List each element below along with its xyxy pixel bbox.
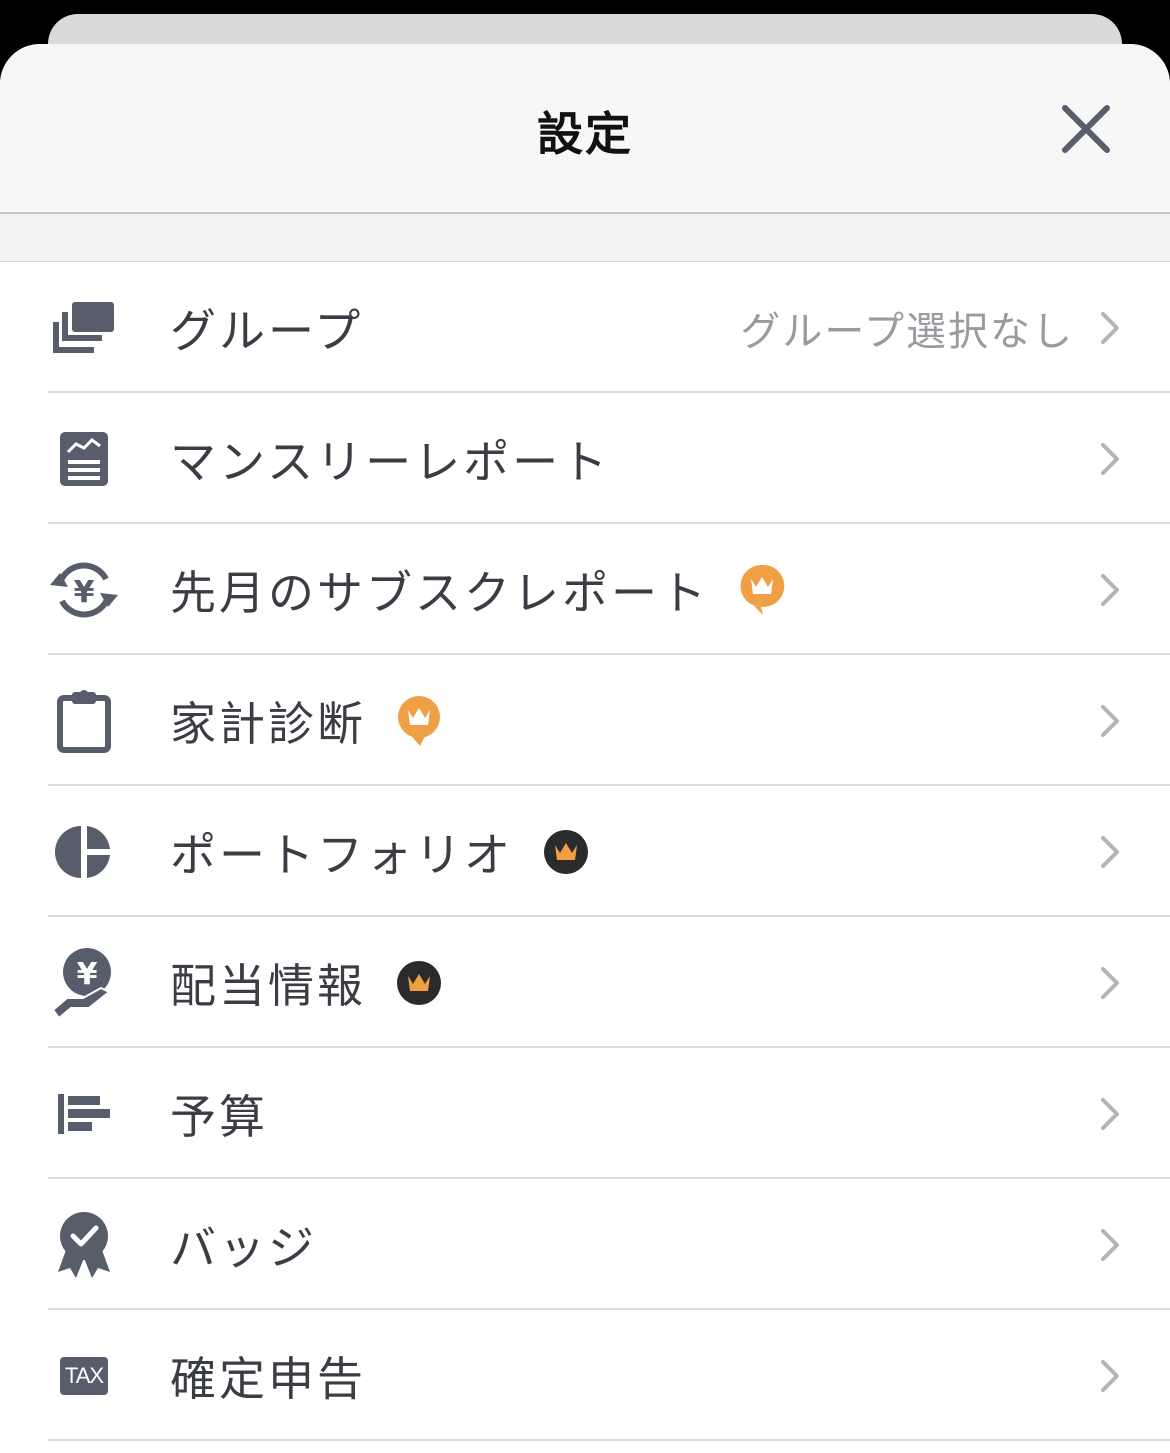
award-badge-icon (48, 1211, 120, 1279)
chevron-right-icon (1101, 312, 1119, 344)
menu-item-dividend-info[interactable]: ¥ 配当情報 (0, 917, 1170, 1048)
group-selection-value: グループ選択なし (740, 308, 1074, 355)
chevron-right-icon (1101, 705, 1119, 737)
tax-icon-text: TAX (60, 1357, 108, 1395)
close-button[interactable] (1058, 101, 1114, 157)
chevron-right-icon (1101, 443, 1119, 475)
menu-item-label: 家計診断 (170, 655, 442, 786)
chevron-right-icon (1101, 967, 1119, 999)
close-icon (1062, 105, 1110, 153)
menu-item-label: 配当情報 (170, 917, 442, 1048)
page-title: 設定 (537, 107, 633, 161)
menu-item-label: 先月のサブスクレポート (170, 524, 785, 655)
budget-bars-icon (48, 1080, 120, 1148)
premium-badge (396, 960, 442, 1006)
menu-item-label: 確定申告 (170, 1351, 366, 1406)
yen-hand-icon: ¥ (48, 948, 120, 1018)
premium-badge (396, 695, 442, 746)
tax-icon: TAX (48, 1342, 120, 1410)
crown-icon (740, 564, 785, 615)
menu-item-household-diagnosis[interactable]: 家計診断 (0, 655, 1170, 786)
svg-text:¥: ¥ (77, 957, 98, 992)
monthly-report-icon (48, 425, 120, 493)
menu-item-group[interactable]: グループ グループ選択なし (0, 262, 1170, 393)
menu-item-monthly-report[interactable]: マンスリーレポート (0, 393, 1170, 524)
menu-item-label: マンスリーレポート (170, 434, 611, 489)
premium-badge (739, 564, 785, 615)
crown-icon (544, 829, 588, 874)
settings-list: グループ グループ選択なし マンスリーレポート ¥ 先月のサブスクレポート 家計… (0, 262, 1170, 1441)
menu-item-budget[interactable]: 予算 (0, 1048, 1170, 1179)
menu-item-label: バッジ (170, 1220, 317, 1275)
svg-text:¥: ¥ (74, 575, 95, 610)
menu-item-label: 予算 (170, 1089, 268, 1144)
menu-item-label: グループ (170, 303, 364, 358)
premium-badge (543, 829, 589, 875)
menu-item-subscription-report[interactable]: ¥ 先月のサブスクレポート (0, 524, 1170, 655)
menu-item-portfolio[interactable]: ポートフォリオ (0, 786, 1170, 917)
pie-chart-icon (48, 818, 120, 886)
menu-item-label-text: 家計診断 (170, 696, 366, 751)
menu-item-label-text: ポートフォリオ (170, 827, 513, 882)
chevron-right-icon (1101, 1360, 1119, 1392)
section-spacer (0, 214, 1170, 262)
clipboard-icon (48, 687, 120, 755)
crown-icon (398, 695, 440, 746)
menu-item-label: ポートフォリオ (170, 786, 589, 917)
chevron-right-icon (1101, 836, 1119, 868)
chevron-right-icon (1101, 574, 1119, 606)
crown-icon (397, 960, 441, 1005)
yen-cycle-icon: ¥ (48, 556, 120, 624)
menu-item-label-text: 先月のサブスクレポート (170, 565, 709, 620)
settings-sheet: 設定 グループ グループ選択なし マンスリーレポート ¥ 先月のサブスクレポート… (0, 44, 1170, 1453)
chevron-right-icon (1101, 1098, 1119, 1130)
header: 設定 (0, 44, 1170, 214)
menu-item-label-text: 配当情報 (170, 958, 366, 1013)
group-icon (48, 294, 120, 362)
menu-item-badges[interactable]: バッジ (0, 1179, 1170, 1310)
chevron-right-icon (1101, 1229, 1119, 1261)
menu-item-tax-filing[interactable]: TAX 確定申告 (0, 1310, 1170, 1441)
